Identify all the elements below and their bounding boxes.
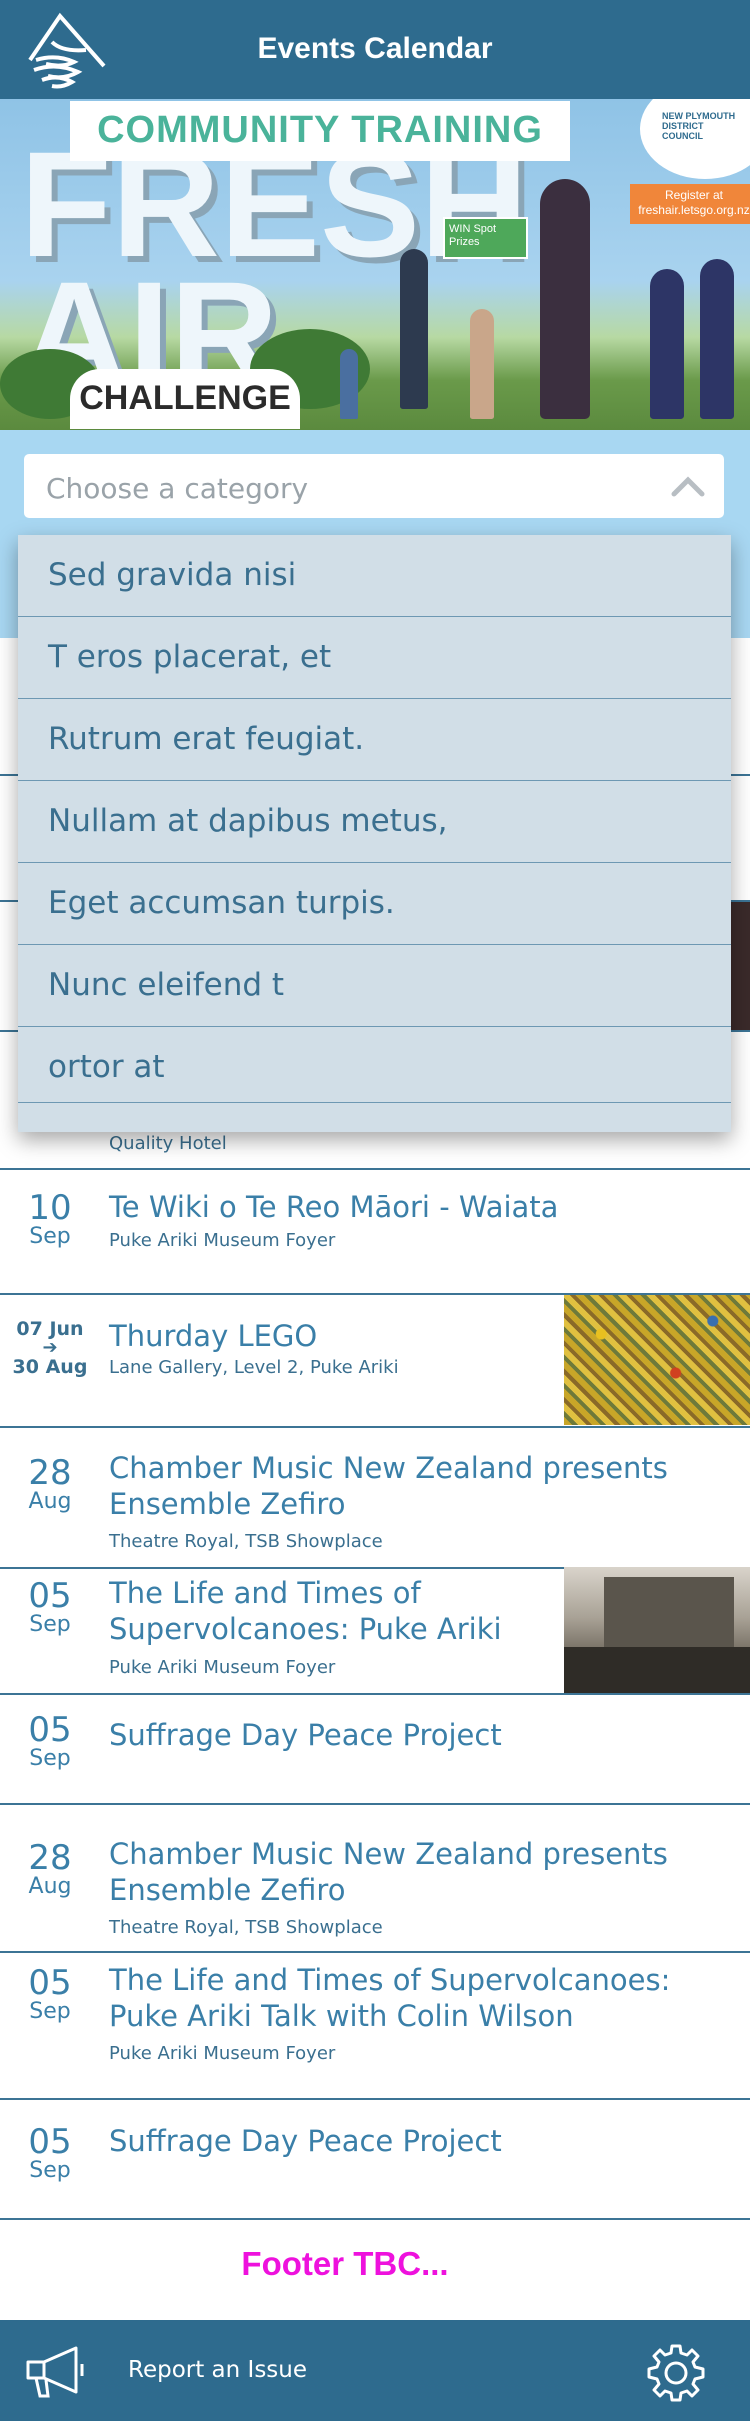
event-venue: Puke Ariki Museum Foyer <box>109 1657 336 1678</box>
chevron-up-icon[interactable] <box>670 474 706 498</box>
event-title: Thurday LEGO <box>109 1319 318 1353</box>
category-option[interactable]: Nullam at dapibus metus, <box>18 781 731 863</box>
event-month: Sep <box>29 1746 71 1771</box>
event-end-date: 30 Aug <box>12 1356 88 1378</box>
event-title: Suffrage Day Peace Project <box>109 2124 502 2158</box>
category-placeholder: Choose a category <box>46 472 309 505</box>
row-divider <box>0 1426 750 1428</box>
arrow-right-icon: ➔ <box>42 1337 58 1358</box>
figure-shape <box>540 179 590 419</box>
register-ribbon: Register at freshair.letsgo.org.nz <box>630 184 750 224</box>
event-month: Sep <box>29 1224 71 1249</box>
event-title: The Life and Times of Supervolcanoes: Pu… <box>109 1576 502 1649</box>
category-option[interactable]: T eros placerat, et <box>18 617 731 699</box>
event-venue: Lane Gallery, Level 2, Puke Ariki <box>109 1357 399 1378</box>
council-name: NEW PLYMOUTH DISTRICT COUNCIL <box>662 111 736 141</box>
row-divider <box>0 1951 750 1953</box>
challenge-box: CHALLENGE <box>70 369 300 429</box>
event-day: 05 <box>28 1963 72 2003</box>
report-issue-button[interactable]: Report an Issue <box>128 2357 307 2383</box>
banner-title: COMMUNITY TRAINING <box>97 109 543 151</box>
category-option-label: T eros placerat, et <box>48 639 332 675</box>
event-thumbnail <box>564 1295 750 1425</box>
category-select[interactable]: Choose a category <box>24 454 724 518</box>
category-option[interactable]: ortor at <box>18 1027 731 1103</box>
event-day: 10 <box>28 1188 72 1228</box>
win-prizes-badge: WIN Spot Prizes <box>443 217 528 259</box>
event-day: 05 <box>28 1576 72 1616</box>
event-day: 05 <box>28 1710 72 1750</box>
row-divider <box>0 1693 750 1695</box>
figure-shape <box>340 349 358 419</box>
category-option[interactable]: Eget accumsan turpis. <box>18 863 731 945</box>
win-prizes-text: WIN Spot Prizes <box>449 223 497 248</box>
event-thumbnail <box>564 1567 750 1695</box>
category-option[interactable]: Sed gravida nisi <box>18 535 731 617</box>
figure-shape <box>400 249 428 409</box>
event-date: 05 Sep <box>0 2124 100 2182</box>
gear-icon[interactable] <box>645 2342 707 2404</box>
event-venue: Quality Hotel <box>109 1133 227 1154</box>
category-option-label: ortor at <box>48 1049 165 1085</box>
category-option-label: Nunc eleifend t <box>48 967 285 1003</box>
event-month: Aug <box>28 1489 72 1514</box>
event-date: 28 Aug <box>0 1840 100 1898</box>
row-divider <box>0 1803 750 1805</box>
event-date: 05 Sep <box>0 1712 100 1770</box>
thumbnail-street-shape <box>564 1647 750 1695</box>
event-banner-image[interactable]: FRESH AIR NEW PLYMOUTH DISTRICT COUNCIL … <box>0 99 750 430</box>
category-dropdown-list: Sed gravida nisi T eros placerat, et Rut… <box>18 535 731 1132</box>
event-title: Chamber Music New Zealand presents Ensem… <box>109 1837 668 1907</box>
app-header: Events Calendar <box>0 0 750 99</box>
event-title: The Life and Times of Supervolcanoes: Pu… <box>109 1963 671 2033</box>
event-date: 05 Sep <box>0 1965 100 2023</box>
row-divider <box>0 2218 750 2220</box>
figure-shape <box>650 269 684 419</box>
event-day: 28 <box>28 1838 72 1878</box>
bottom-bar: Report an Issue <box>0 2320 750 2421</box>
category-option[interactable]: Nunc eleifend t <box>18 945 731 1027</box>
event-date: 28 Aug <box>0 1455 100 1513</box>
megaphone-icon[interactable] <box>24 2346 96 2398</box>
event-venue: Puke Ariki Museum Foyer <box>109 2043 336 2064</box>
event-date: 05 Sep <box>0 1578 100 1636</box>
event-month: Sep <box>29 1999 71 2024</box>
figure-shape <box>700 259 734 419</box>
banner-challenge-text: CHALLENGE <box>79 379 291 417</box>
event-title: Te Wiki o Te Reo Māori - Waiata <box>109 1190 559 1224</box>
banner-title-box: COMMUNITY TRAINING <box>70 101 570 161</box>
event-month: Sep <box>29 1612 71 1637</box>
category-option[interactable]: Rutrum erat feugiat. <box>18 699 731 781</box>
footer-placeholder: Footer TBC... <box>241 2245 449 2282</box>
category-option-label: Sed gravida nisi <box>48 557 297 593</box>
event-month: Aug <box>28 1874 72 1899</box>
event-day: 05 <box>28 2122 72 2162</box>
row-divider <box>0 1168 750 1170</box>
event-title: Suffrage Day Peace Project <box>109 1718 502 1752</box>
category-option-label: Eget accumsan turpis. <box>48 885 395 921</box>
figure-shape <box>470 309 494 419</box>
category-option-label: Rutrum erat feugiat. <box>48 721 365 757</box>
event-date-range: 07 Jun ➔ 30 Aug <box>0 1318 100 1378</box>
thumbnail-building-shape <box>604 1577 734 1647</box>
event-date: 10 Sep <box>0 1190 100 1248</box>
register-text: Register at freshair.letsgo.org.nz <box>638 188 750 217</box>
event-venue: Theatre Royal, TSB Showplace <box>109 1531 383 1552</box>
event-venue: Puke Ariki Museum Foyer <box>109 1230 336 1251</box>
event-day: 28 <box>28 1453 72 1493</box>
page-title: Events Calendar <box>257 32 493 65</box>
category-option-label: Nullam at dapibus metus, <box>48 803 448 839</box>
event-thumbnail-edge <box>730 902 750 1030</box>
event-title: Chamber Music New Zealand presents Ensem… <box>109 1451 668 1521</box>
event-month: Sep <box>29 2158 71 2183</box>
event-venue: Theatre Royal, TSB Showplace <box>109 1917 383 1938</box>
row-divider <box>0 2098 750 2100</box>
